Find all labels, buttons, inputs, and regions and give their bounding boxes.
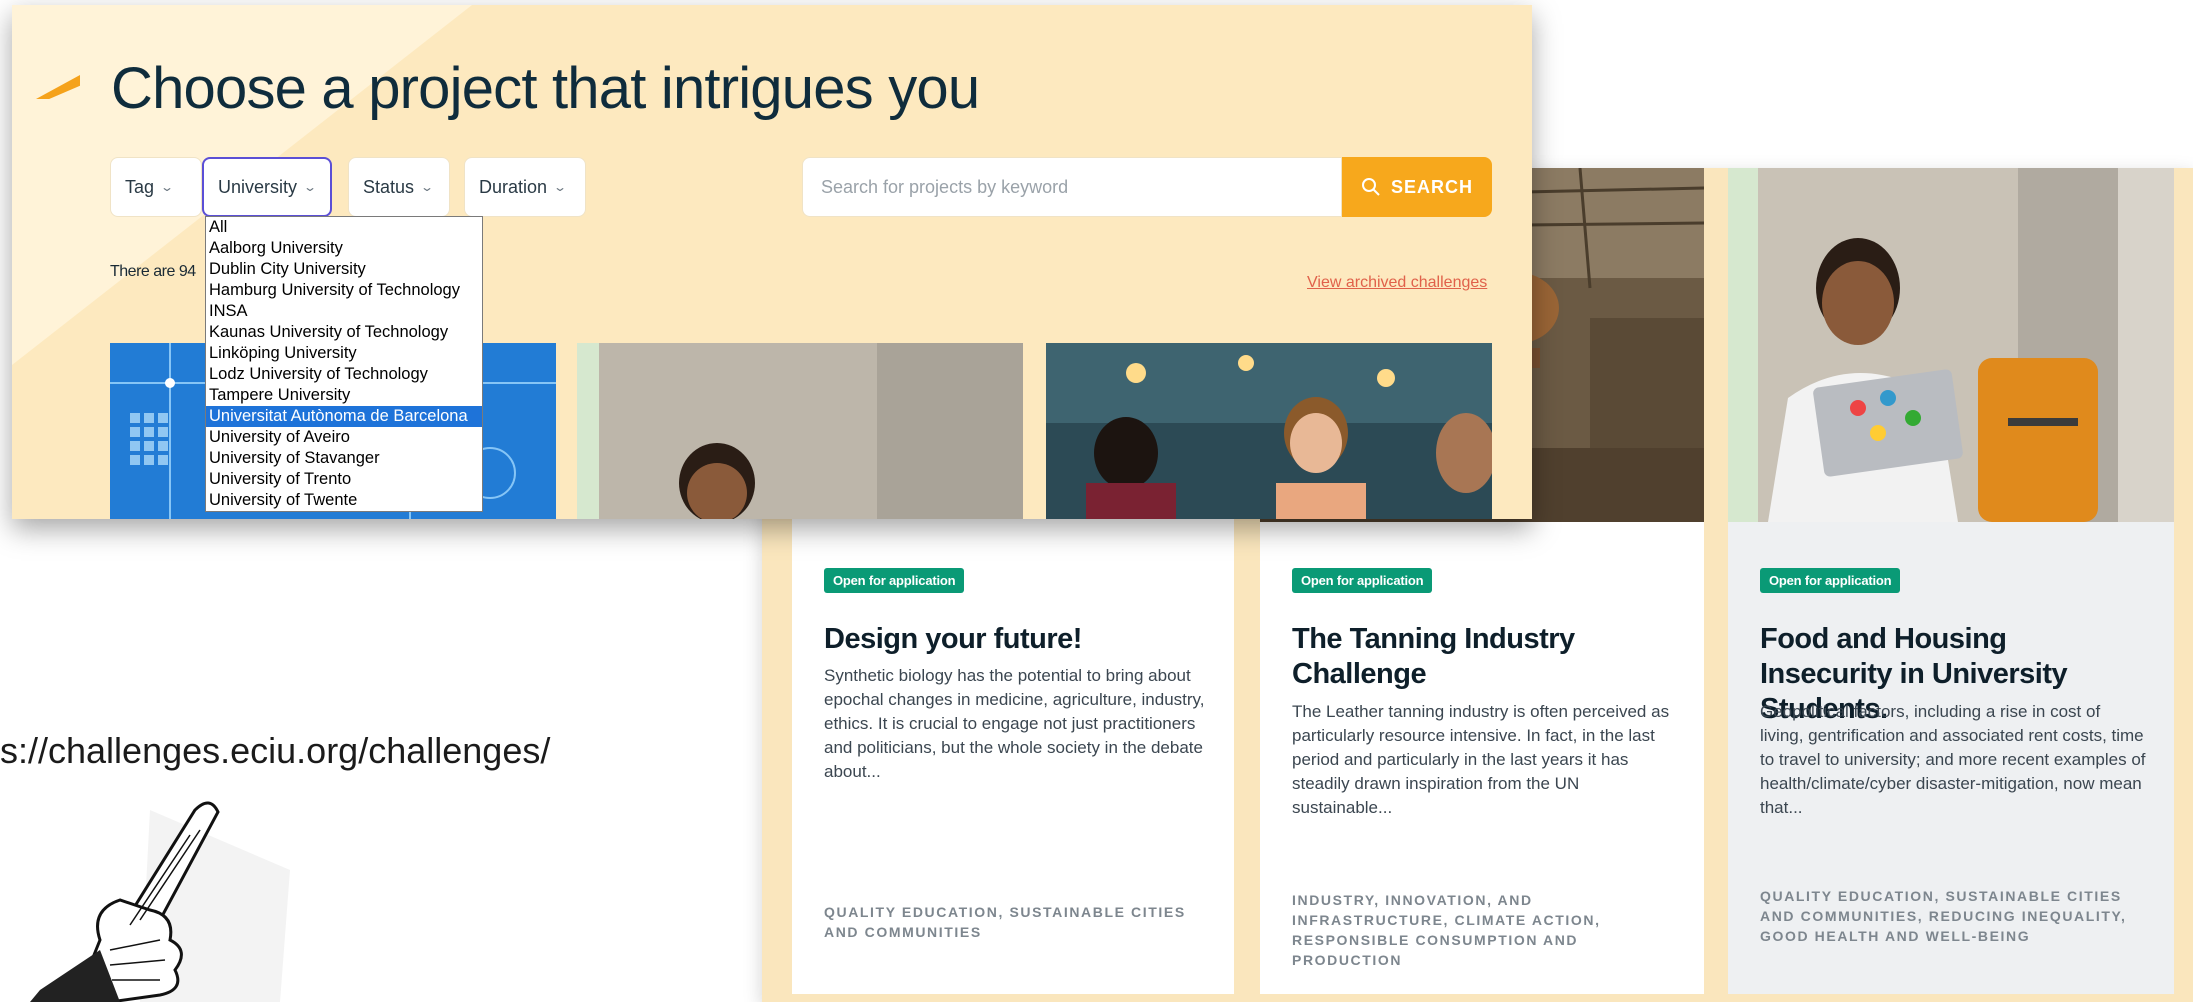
- card-description: The Leather tanning industry is often pe…: [1292, 702, 1670, 817]
- dropdown-option[interactable]: INSA: [206, 301, 482, 322]
- dropdown-option[interactable]: Kaunas University of Technology: [206, 322, 482, 343]
- status-filter[interactable]: Status ⌄: [348, 157, 450, 217]
- url-annotation: s://challenges.eciu.org/challenges/: [0, 730, 551, 771]
- page-title: Choose a project that intrigues you: [111, 56, 980, 121]
- chevron-down-icon: ⌄: [420, 180, 435, 194]
- dropdown-option[interactable]: Lodz University of Technology: [206, 364, 482, 385]
- status-filter-label: Status: [363, 176, 415, 197]
- card-title[interactable]: Design your future!: [824, 622, 1206, 657]
- card-thumbnail-people[interactable]: [1046, 343, 1492, 519]
- card-tags: QUALITY EDUCATION, SUSTAINABLE CITIES AN…: [1760, 888, 2127, 944]
- chevron-down-icon: ⌄: [160, 180, 175, 194]
- university-dropdown-list[interactable]: All Aalborg University Dublin City Unive…: [205, 216, 483, 512]
- university-filter-label: University: [218, 176, 298, 197]
- card-description: Geopolitical factors, including a rise i…: [1760, 702, 2146, 817]
- search-placeholder: Search for projects by keyword: [821, 176, 1069, 197]
- challenges-filter-panel: Choose a project that intrigues you Tag …: [12, 5, 1532, 519]
- view-archived-link[interactable]: View archived challenges: [1307, 274, 1487, 292]
- title-accent-mark: [36, 75, 80, 99]
- dropdown-option[interactable]: Aalborg University: [206, 238, 482, 259]
- challenge-card-food-housing[interactable]: Open for application Food and Housing In…: [1728, 168, 2174, 994]
- search-button-label: SEARCH: [1390, 176, 1473, 197]
- search-icon: [1361, 178, 1380, 196]
- dropdown-option[interactable]: All: [206, 217, 482, 238]
- card-thumbnail-student[interactable]: [577, 343, 1023, 519]
- card-tags: INDUSTRY, INNOVATION, AND INFRASTRUCTURE…: [1292, 892, 1601, 968]
- result-count: There are 94: [110, 263, 196, 280]
- search-input[interactable]: Search for projects by keyword: [802, 157, 1342, 217]
- duration-filter-label: Duration: [479, 176, 548, 197]
- chevron-down-icon: ⌄: [303, 180, 318, 194]
- pointing-hand-icon: [30, 801, 290, 1002]
- tag-filter[interactable]: Tag ⌄: [110, 157, 202, 217]
- dropdown-option[interactable]: Linköping University: [206, 343, 482, 364]
- card-title[interactable]: The Tanning Industry Challenge: [1292, 622, 1676, 692]
- dropdown-option[interactable]: University of Stavanger: [206, 448, 482, 469]
- status-badge: Open for application: [824, 568, 965, 593]
- chevron-down-icon: ⌄: [553, 180, 568, 194]
- dropdown-option[interactable]: University of Aveiro: [206, 427, 482, 448]
- status-badge: Open for application: [1292, 568, 1433, 593]
- dropdown-option[interactable]: Hamburg University of Technology: [206, 280, 482, 301]
- dropdown-option[interactable]: Tampere University: [206, 385, 482, 406]
- dropdown-option[interactable]: University of Trento: [206, 469, 482, 490]
- duration-filter[interactable]: Duration ⌄: [464, 157, 586, 217]
- search-button[interactable]: SEARCH: [1342, 157, 1492, 217]
- card-tags: QUALITY EDUCATION, SUSTAINABLE CITIES AN…: [824, 904, 1186, 940]
- university-filter[interactable]: University ⌄: [202, 157, 332, 217]
- dropdown-option[interactable]: University of Twente: [206, 490, 482, 511]
- tag-filter-label: Tag: [125, 176, 155, 197]
- dropdown-option[interactable]: Dublin City University: [206, 259, 482, 280]
- dropdown-option-selected[interactable]: Universitat Autònoma de Barcelona: [206, 406, 482, 427]
- card-image-student-laptop: [1728, 168, 2174, 522]
- card-description: Synthetic biology has the potential to b…: [824, 666, 1205, 781]
- status-badge: Open for application: [1760, 568, 1901, 593]
